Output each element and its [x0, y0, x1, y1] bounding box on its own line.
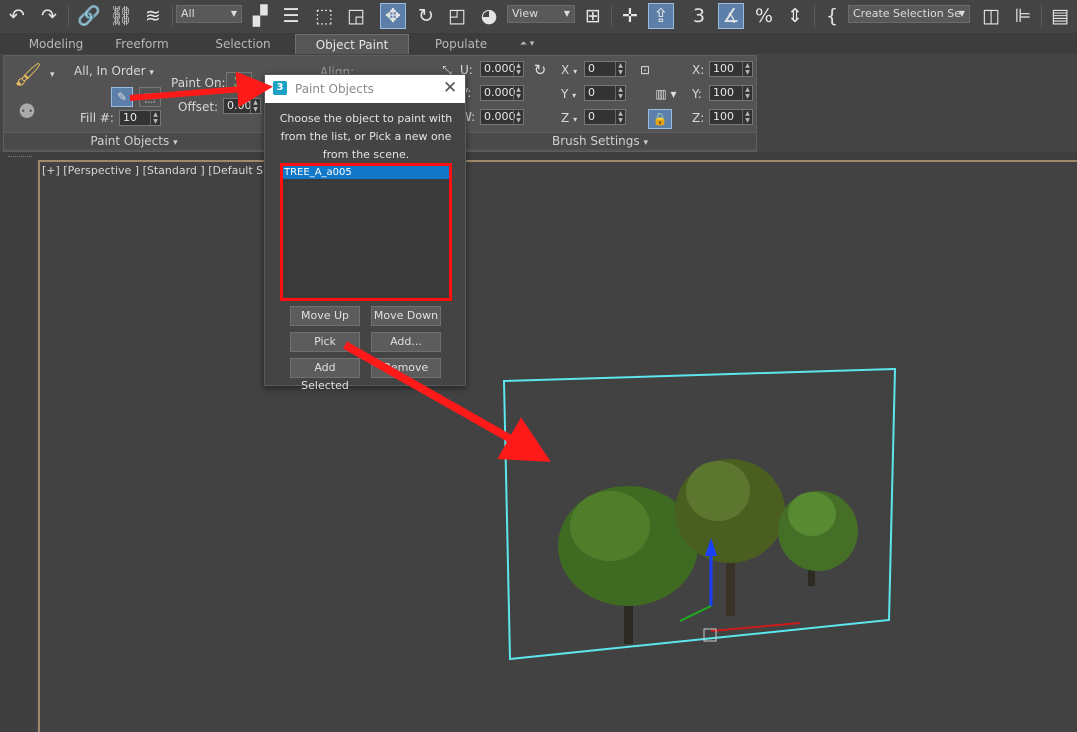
annotation-arrows [129, 71, 551, 462]
arrow-to-dialog [129, 71, 273, 108]
arrow-to-scene [343, 341, 551, 462]
